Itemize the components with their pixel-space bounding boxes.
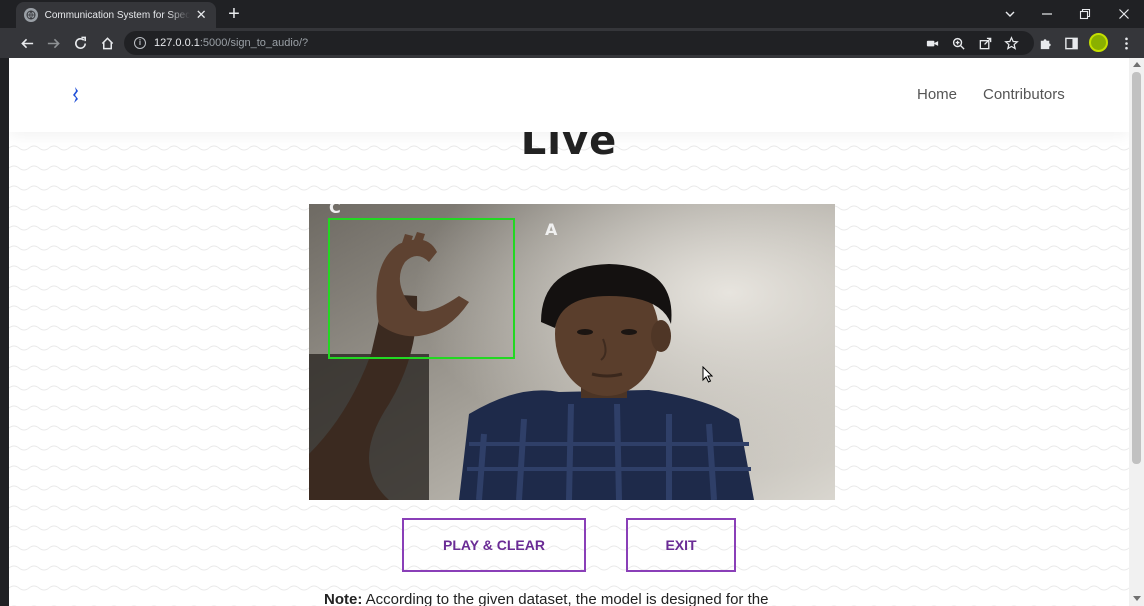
reload-icon[interactable]	[70, 33, 90, 53]
tab-title: Communication System for Specially Abled	[44, 9, 191, 21]
scrollbar-thumb[interactable]	[1132, 72, 1141, 464]
browser-toolbar: i 127.0.0.1 :5000/sign_to_audio/?	[0, 28, 1144, 58]
extensions-puzzle-icon[interactable]	[1035, 33, 1055, 53]
webcam-feed: C A	[309, 204, 835, 500]
site-info-icon[interactable]: i	[134, 37, 146, 49]
site-navbar: Home Contributors	[9, 58, 1129, 132]
exit-button[interactable]: EXIT	[626, 518, 736, 572]
note-text: According to the given dataset, the mode…	[365, 591, 769, 606]
browser-tab[interactable]: Communication System for Specially Abled…	[16, 2, 216, 28]
tab-search-chevron-icon[interactable]	[990, 0, 1030, 28]
site-logo[interactable]	[71, 87, 79, 103]
browser-tabstrip: Communication System for Specially Abled…	[0, 0, 1144, 28]
predicted-letter-top: C	[329, 204, 341, 217]
tab-close-icon[interactable]: ✕	[194, 8, 208, 22]
nav-home-link[interactable]: Home	[917, 86, 957, 103]
predicted-letter-mid: A	[545, 220, 558, 239]
share-icon[interactable]	[975, 33, 995, 53]
scroll-up-arrow-icon[interactable]	[1133, 62, 1141, 67]
hand-detection-box	[328, 218, 515, 359]
bookmark-star-icon[interactable]	[1001, 33, 1021, 53]
address-bar[interactable]: i 127.0.0.1 :5000/sign_to_audio/?	[124, 31, 1034, 55]
play-clear-button[interactable]: PLAY & CLEAR	[402, 518, 586, 572]
side-panel-icon[interactable]	[1061, 33, 1081, 53]
zoom-icon[interactable]	[948, 33, 968, 53]
page-scrollbar[interactable]	[1129, 58, 1144, 606]
restore-button[interactable]	[1065, 0, 1105, 28]
new-tab-button[interactable]: +	[224, 4, 244, 24]
home-icon[interactable]	[97, 33, 117, 53]
scroll-down-arrow-icon[interactable]	[1133, 596, 1141, 601]
mouse-cursor-icon	[702, 366, 713, 383]
nav-contributors-link[interactable]: Contributors	[983, 86, 1065, 103]
forward-arrow-icon[interactable]	[43, 33, 63, 53]
url-host: 127.0.0.1	[154, 37, 200, 49]
camera-icon[interactable]	[922, 33, 942, 53]
note-label: Note:	[324, 591, 363, 606]
profile-avatar[interactable]	[1089, 33, 1108, 52]
minimize-button[interactable]	[1027, 0, 1067, 28]
kebab-menu-icon[interactable]	[1116, 33, 1136, 53]
page-viewport: Live Home Contributors C A PLAY & CLEAR …	[9, 58, 1129, 606]
url-path: :5000/sign_to_audio/?	[199, 37, 309, 49]
close-window-button[interactable]	[1104, 0, 1144, 28]
note-paragraph: Note: According to the given dataset, th…	[324, 591, 768, 606]
globe-icon	[24, 8, 38, 22]
back-arrow-icon[interactable]	[17, 33, 37, 53]
